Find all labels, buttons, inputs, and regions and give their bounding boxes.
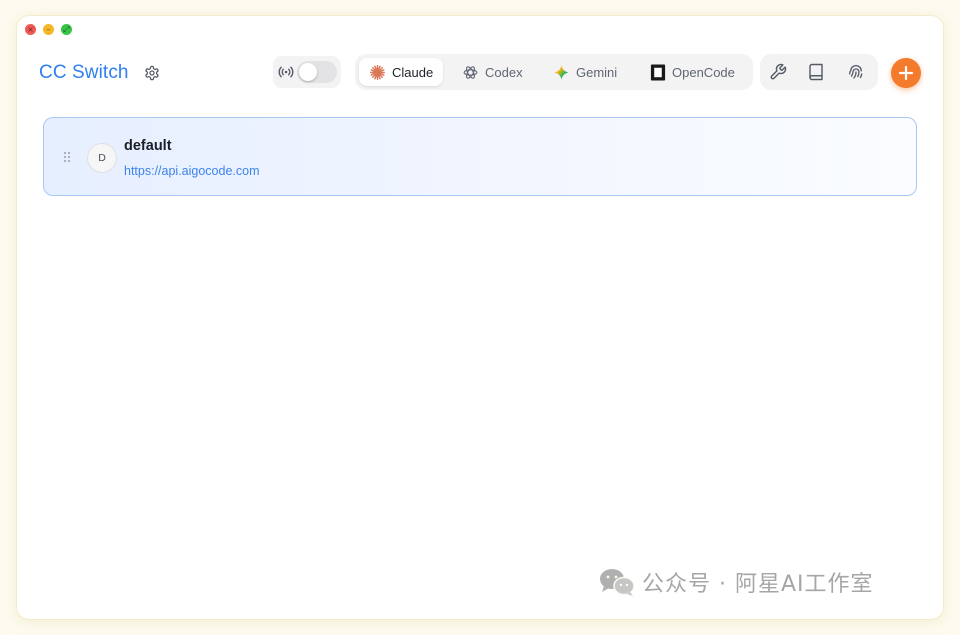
wechat-icon [600,569,635,596]
tab-label: OpenCode [672,64,735,80]
app-tabs: Claude Codex Gemini OpenCode [355,54,753,90]
watermark: 公众号 · 阿星AI工作室 [598,566,874,598]
provider-card[interactable]: D default https://api.aigocode.com [43,117,917,196]
claude-starburst-icon [370,64,385,80]
provider-avatar: D [87,143,117,173]
tab-label: Codex [485,64,523,80]
tab-claude[interactable]: Claude [359,58,444,86]
plus-icon [898,65,914,81]
gear-icon[interactable] [144,65,160,81]
drag-handle-icon[interactable] [63,151,71,163]
maximize-window-button[interactable]: ⤢ [61,24,72,35]
tab-label: Claude [392,64,434,80]
provider-name: default [124,138,172,154]
tools-group [760,54,878,90]
provider-url[interactable]: https://api.aigocode.com [124,164,260,178]
close-icon: × [27,25,34,34]
proxy-toggle[interactable] [297,61,337,83]
tab-label: Gemini [576,64,618,80]
watermark-text: 公众号 · 阿星AI工作室 [642,572,874,597]
tab-codex[interactable]: Codex [452,58,533,86]
wrench-icon[interactable] [769,63,787,81]
minimize-window-button[interactable]: – [43,24,54,35]
app-window: × – ⤢ CC Switch Claude Codex Gemini Open… [17,16,943,619]
close-window-button[interactable]: × [25,24,36,35]
opencode-square-icon [650,63,666,81]
tab-gemini[interactable]: Gemini [543,58,627,86]
tab-opencode[interactable]: OpenCode [640,58,745,86]
gemini-sparkle-icon [554,64,569,80]
fingerprint-icon[interactable] [847,63,865,81]
minimize-icon: – [46,25,51,34]
proxy-control [273,56,341,88]
maximize-icon: ⤢ [63,25,70,34]
app-title: CC Switch [39,62,129,83]
add-provider-button[interactable] [891,58,921,88]
radio-signal-icon [278,66,294,78]
window-controls: × – ⤢ [25,24,72,35]
openai-knot-icon [463,65,478,79]
book-icon[interactable] [807,63,825,81]
toggle-knob [299,63,317,81]
